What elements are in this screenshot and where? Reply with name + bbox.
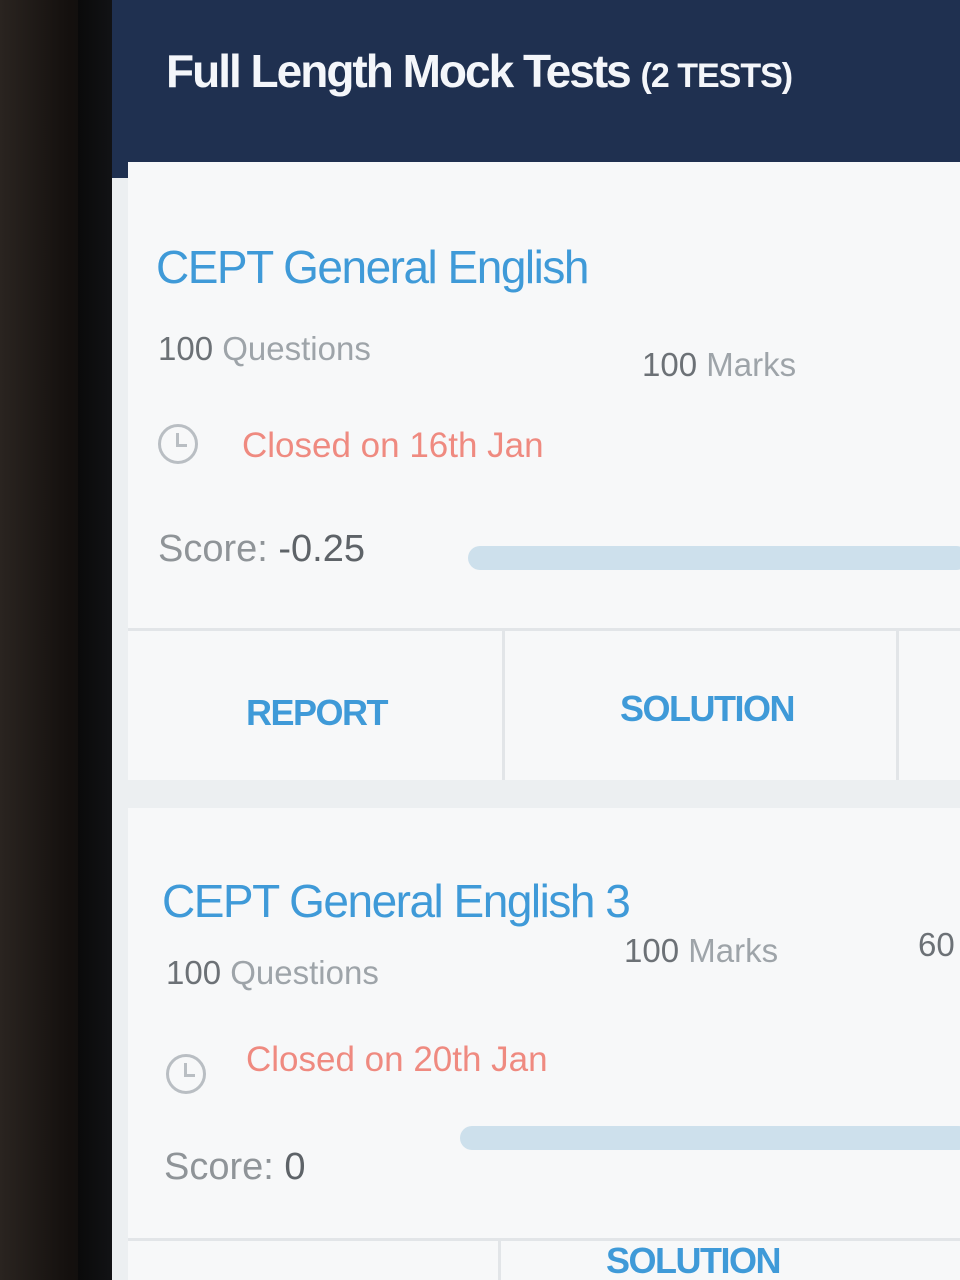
questions-number: 100 <box>158 330 214 367</box>
action-divider <box>502 631 505 780</box>
card-divider <box>128 628 960 631</box>
duration-partial: 60 <box>918 926 955 964</box>
test-card: CEPT General English 3 100 Questions 100… <box>128 808 960 1280</box>
score-progress-bar <box>460 1126 960 1150</box>
score-value: 0 <box>284 1146 306 1188</box>
test-card: CEPT General English 100 Questions 100 M… <box>128 162 960 780</box>
marks-count: 100 Marks <box>642 346 796 384</box>
app-screen: Full Length Mock Tests (2 TESTS) CEPT Ge… <box>112 0 960 1280</box>
score-label: Score: <box>164 1146 274 1188</box>
section-title: Full Length Mock Tests (2 TESTS) <box>166 44 794 98</box>
report-button[interactable]: REPORT <box>246 692 389 734</box>
card-divider <box>128 1238 960 1241</box>
score-label: Score: <box>158 528 268 570</box>
questions-label: Questions <box>222 330 371 367</box>
questions-label: Questions <box>230 954 379 991</box>
closed-status: Closed on 20th Jan <box>246 1040 548 1079</box>
score: Score: 0 <box>164 1146 306 1189</box>
marks-label: Marks <box>688 932 779 969</box>
test-title[interactable]: CEPT General English 3 <box>162 874 631 928</box>
marks-count: 100 Marks <box>624 932 778 970</box>
marks-number: 100 <box>642 346 698 383</box>
solution-button[interactable]: SOLUTION <box>606 1240 782 1280</box>
questions-count: 100 Questions <box>158 330 371 368</box>
score-progress-bar <box>468 546 960 570</box>
marks-label: Marks <box>706 346 797 383</box>
questions-number: 100 <box>166 954 222 991</box>
clock-icon <box>158 424 198 464</box>
section-header: Full Length Mock Tests (2 TESTS) <box>112 0 960 178</box>
score: Score: -0.25 <box>158 528 365 571</box>
action-divider <box>896 631 899 780</box>
marks-number: 100 <box>624 932 680 969</box>
closed-status: Closed on 16th Jan <box>242 426 544 465</box>
test-title[interactable]: CEPT General English <box>156 240 589 294</box>
questions-count: 100 Questions <box>166 954 379 992</box>
score-value: -0.25 <box>278 528 366 570</box>
duration-number: 60 <box>918 926 955 963</box>
test-count: (2 TESTS) <box>640 57 794 95</box>
section-title-text: Full Length Mock Tests <box>166 45 632 97</box>
action-divider <box>498 1241 501 1280</box>
solution-button[interactable]: SOLUTION <box>620 688 796 730</box>
clock-icon <box>166 1054 206 1094</box>
